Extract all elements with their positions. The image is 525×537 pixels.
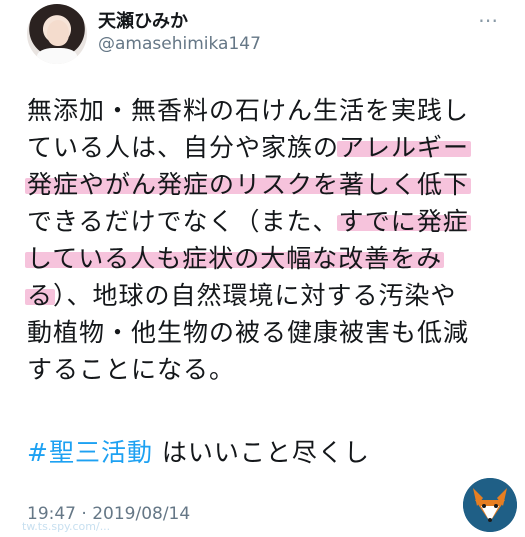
avatar-shirt xyxy=(37,48,77,64)
tweet-card: 天瀬ひみか @amasehimika147 ⋯ 無添加・無香料の石けん生活を実践… xyxy=(0,0,525,537)
text-segment: ている人は、自分や家族の xyxy=(27,133,340,162)
text-segment: ）、地球の自然環境に対する汚染や xyxy=(53,281,457,310)
tweet-text-line: 動植物・他生物の被る健康被害も低減 xyxy=(27,314,507,351)
tweet-text-line: できるだけでなく（また、すでに発症 xyxy=(27,203,507,240)
display-name[interactable]: 天瀬ひみか xyxy=(98,7,188,33)
text-segment: することになる。 xyxy=(27,355,236,384)
avatar[interactable] xyxy=(27,4,87,64)
tweet-text-line: ている人は、自分や家族のアレルギー xyxy=(27,129,507,166)
highlighted-text: している人も症状の大幅な改善をみ xyxy=(27,244,443,273)
tweet-text: 無添加・無香料の石けん生活を実践し ている人は、自分や家族のアレルギー 発症やがん発… xyxy=(27,92,507,388)
hashtag-link[interactable]: #聖三活動 xyxy=(27,438,153,467)
tweet-text-line: している人も症状の大幅な改善をみ xyxy=(27,240,507,277)
avatar-face xyxy=(47,20,69,46)
fox-logo-icon xyxy=(463,478,517,532)
tweet-hashtag-line: #聖三活動 はいいこと尽くし xyxy=(27,434,370,471)
watermark-text: tw.ts.spy.com/... xyxy=(22,520,111,533)
tweet-text-line: 無添加・無香料の石けん生活を実践し xyxy=(27,92,507,129)
highlighted-text: すでに発症 xyxy=(338,207,469,236)
tweet-text-line: することになる。 xyxy=(27,351,507,388)
tweet-comment: はいいこと尽くし xyxy=(152,438,370,467)
tweet-text-line: る）、地球の自然環境に対する汚染や xyxy=(27,277,507,314)
tweet-text-line: 発症やがん発症のリスクを著しく低下 xyxy=(27,166,507,203)
user-handle[interactable]: @amasehimika147 xyxy=(98,34,261,54)
highlighted-text: 発症やがん発症のリスクを著しく低下 xyxy=(27,170,470,199)
more-options-icon[interactable]: ⋯ xyxy=(475,10,501,30)
text-segment: できるだけでなく（また、 xyxy=(27,207,339,236)
highlighted-text: アレルギー xyxy=(339,133,470,162)
text-segment: 動植物・他生物の被る健康被害も低減 xyxy=(27,318,470,347)
tweet-header: 天瀬ひみか @amasehimika147 ⋯ xyxy=(27,4,505,68)
text-segment: 無添加・無香料の石けん生活を実践し xyxy=(27,96,470,125)
highlighted-text: る xyxy=(27,281,54,310)
